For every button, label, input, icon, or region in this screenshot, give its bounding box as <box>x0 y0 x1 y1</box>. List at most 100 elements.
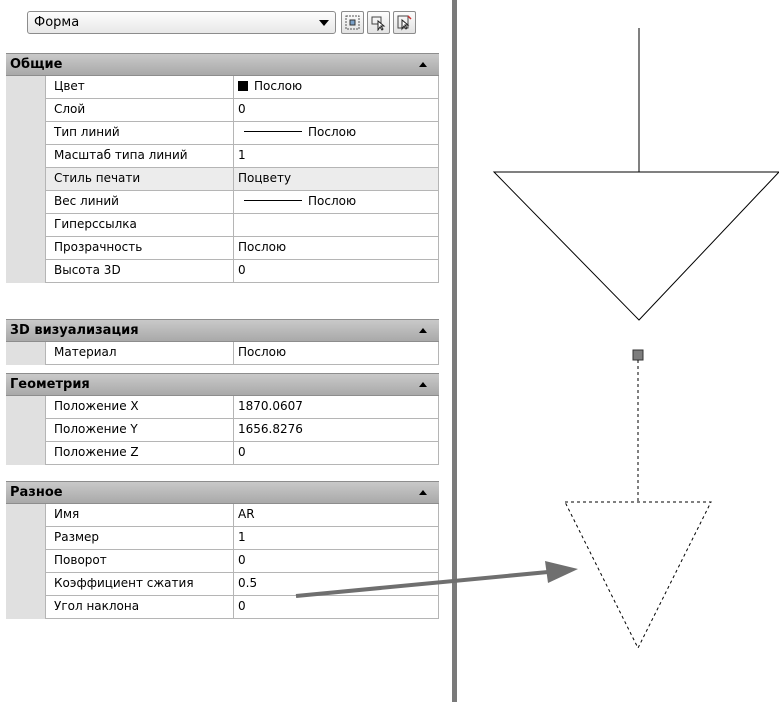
row-gutter <box>6 342 45 365</box>
property-value[interactable]: Послою <box>234 342 439 365</box>
property-name: Высота 3D <box>45 260 234 283</box>
linetype-sample-icon <box>244 200 302 201</box>
property-value[interactable]: 0 <box>234 550 439 573</box>
row-gutter <box>6 527 45 550</box>
property-name: Стиль печати <box>45 168 234 191</box>
property-row[interactable]: Положение Z 0 <box>6 442 439 465</box>
object-type-dropdown[interactable]: Форма <box>27 11 336 34</box>
property-value[interactable]: 1 <box>234 145 439 168</box>
row-gutter <box>6 168 45 191</box>
collapse-arrow-icon[interactable] <box>419 490 427 495</box>
collapse-arrow-icon[interactable] <box>419 62 427 67</box>
collapse-arrow-icon[interactable] <box>419 382 427 387</box>
property-name: Цвет <box>45 76 234 99</box>
row-gutter <box>6 573 45 596</box>
property-value[interactable]: 0 <box>234 260 439 283</box>
property-value[interactable] <box>234 214 439 237</box>
properties-palette: Форма Общие Цвет Послою Слой 0 Тип линий Посло… <box>0 0 452 702</box>
row-gutter <box>6 76 45 99</box>
property-value-text: 0 <box>238 553 246 567</box>
property-name: Вес линий <box>45 191 234 214</box>
chevron-down-icon[interactable] <box>319 20 329 26</box>
row-gutter <box>6 191 45 214</box>
property-value-text: 0.5 <box>238 576 258 590</box>
property-name: Положение Y <box>45 419 234 442</box>
property-value[interactable]: 0 <box>234 596 439 619</box>
property-value-text: Послою <box>308 125 357 139</box>
property-value-text: AR <box>238 507 255 521</box>
property-value[interactable]: Послою <box>234 191 439 214</box>
toggle-pickadd-icon <box>397 15 412 31</box>
property-row[interactable]: Прозрачность Послою <box>6 237 439 260</box>
row-gutter <box>6 419 45 442</box>
property-row[interactable]: Положение Y 1656.8276 <box>6 419 439 442</box>
property-name: Положение X <box>45 396 234 419</box>
property-row[interactable]: Масштаб типа линий 1 <box>6 145 439 168</box>
property-value[interactable]: Послою <box>234 76 439 99</box>
row-gutter <box>6 396 45 419</box>
property-value-text: 1870.0607 <box>238 399 303 413</box>
property-value[interactable]: 1870.0607 <box>234 396 439 419</box>
linetype-sample-icon <box>244 131 302 132</box>
property-value[interactable]: AR <box>234 504 439 527</box>
property-row[interactable]: Положение X 1870.0607 <box>6 396 439 419</box>
property-value[interactable]: 1656.8276 <box>234 419 439 442</box>
property-row[interactable]: Тип линий Послою <box>6 122 439 145</box>
toggle-pickadd-button[interactable] <box>393 11 416 34</box>
property-row[interactable]: Угол наклона 0 <box>6 596 439 619</box>
property-name: Материал <box>45 342 234 365</box>
property-value-text: 0 <box>238 445 246 459</box>
property-row[interactable]: Поворот 0 <box>6 550 439 573</box>
section-header[interactable]: 3D визуализация <box>6 319 439 342</box>
property-value-text: Послою <box>238 345 287 359</box>
property-value[interactable]: 0 <box>234 99 439 122</box>
property-name: Поворот <box>45 550 234 573</box>
property-value-text: Послою <box>238 240 287 254</box>
property-row[interactable]: Высота 3D 0 <box>6 260 439 283</box>
property-name: Положение Z <box>45 442 234 465</box>
property-value-text: 1656.8276 <box>238 422 303 436</box>
section-header[interactable]: Общие <box>6 53 439 76</box>
property-name: Прозрачность <box>45 237 234 260</box>
select-objects-button[interactable] <box>367 11 390 34</box>
property-row[interactable]: Имя AR <box>6 504 439 527</box>
quick-select-icon <box>345 15 360 30</box>
property-name: Имя <box>45 504 234 527</box>
section-title: Разное <box>10 485 63 500</box>
property-name: Размер <box>45 527 234 550</box>
property-row[interactable]: Размер 1 <box>6 527 439 550</box>
property-value[interactable]: 0 <box>234 442 439 465</box>
property-value[interactable]: Поцвету <box>234 168 439 191</box>
object-type-value: Форма <box>34 15 80 30</box>
property-name: Слой <box>45 99 234 122</box>
collapse-arrow-icon[interactable] <box>419 328 427 333</box>
property-row[interactable]: Вес линий Послою <box>6 191 439 214</box>
section-title: Общие <box>10 57 63 72</box>
property-row[interactable]: Цвет Послою <box>6 76 439 99</box>
property-value[interactable]: Послою <box>234 122 439 145</box>
property-name: Тип линий <box>45 122 234 145</box>
property-value-text: Послою <box>254 79 303 93</box>
property-value-text: 1 <box>238 530 246 544</box>
property-row[interactable]: Гиперссылка <box>6 214 439 237</box>
property-value[interactable]: 1 <box>234 527 439 550</box>
row-gutter <box>6 596 45 619</box>
row-gutter <box>6 214 45 237</box>
property-name: Коэффициент сжатия <box>45 573 234 596</box>
section-header[interactable]: Разное <box>6 481 439 504</box>
property-row[interactable]: Материал Послою <box>6 342 439 365</box>
color-swatch-icon <box>238 81 248 91</box>
property-row[interactable]: Коэффициент сжатия 0.5 <box>6 573 439 596</box>
property-value[interactable]: 0.5 <box>234 573 439 596</box>
property-name: Масштаб типа линий <box>45 145 234 168</box>
property-row[interactable]: Слой 0 <box>6 99 439 122</box>
row-gutter <box>6 99 45 122</box>
property-row[interactable]: Стиль печати Поцвету <box>6 168 439 191</box>
quick-select-button[interactable] <box>341 11 364 34</box>
property-value[interactable]: Послою <box>234 237 439 260</box>
section-header[interactable]: Геометрия <box>6 373 439 396</box>
property-name: Угол наклона <box>45 596 234 619</box>
drawing-area[interactable] <box>457 0 779 702</box>
property-value-text: 0 <box>238 599 246 613</box>
property-name: Гиперссылка <box>45 214 234 237</box>
